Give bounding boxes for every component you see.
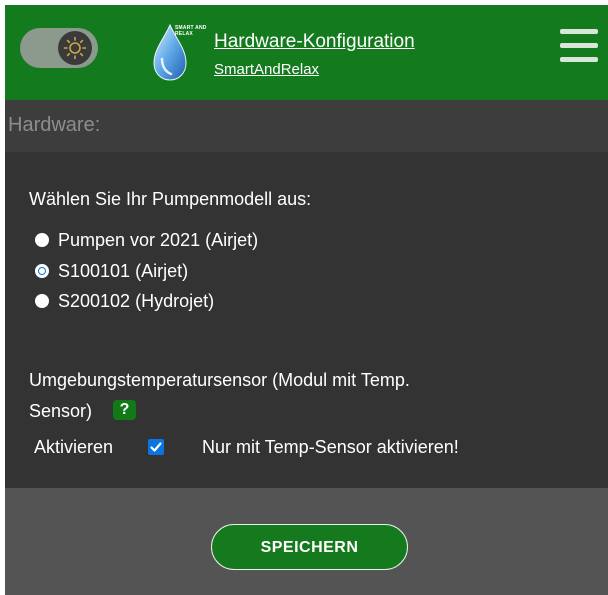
settings-panel: Wählen Sie Ihr Pumpenmodell aus: Pumpen … <box>5 152 608 488</box>
sun-icon <box>63 36 87 60</box>
page: SMART AND RELAX Hardware-Konfiguration S… <box>5 5 608 595</box>
activate-label[interactable]: Aktivieren <box>34 437 113 458</box>
section-label: Hardware: <box>8 114 101 136</box>
brand-link[interactable]: SmartAndRelax <box>214 61 319 78</box>
pump-radio-1[interactable] <box>35 264 49 278</box>
page-title-link[interactable]: Hardware-Konfiguration <box>214 31 415 53</box>
logo-wordmark: SMART AND RELAX <box>175 25 207 37</box>
pump-option-label[interactable]: S100101 (Airjet) <box>58 261 188 282</box>
sensor-label-line2: Sensor) <box>29 401 93 421</box>
checkmark-icon <box>150 442 162 452</box>
hamburger-icon[interactable] <box>560 27 600 67</box>
theme-toggle[interactable] <box>20 28 98 68</box>
pump-radio-2[interactable] <box>35 294 49 308</box>
pump-radio-0[interactable] <box>35 233 49 247</box>
activate-checkbox[interactable] <box>148 439 164 455</box>
help-button[interactable]: ? <box>113 400 136 420</box>
pump-option-label[interactable]: Pumpen vor 2021 (Airjet) <box>58 230 258 251</box>
toggle-knob[interactable] <box>58 31 92 65</box>
pump-model-prompt: Wählen Sie Ihr Pumpenmodell aus: <box>29 189 312 209</box>
footer-bar: SPEICHERN <box>5 488 608 595</box>
sensor-label-line1: Umgebungstemperatursensor (Modul mit Tem… <box>29 370 410 390</box>
save-button[interactable]: SPEICHERN <box>211 524 408 570</box>
sensor-hint: Nur mit Temp-Sensor aktivieren! <box>202 437 459 457</box>
pump-option-label[interactable]: S200102 (Hydrojet) <box>58 291 214 312</box>
header-bar: SMART AND RELAX Hardware-Konfiguration S… <box>5 5 608 100</box>
section-header: Hardware: <box>5 100 608 152</box>
